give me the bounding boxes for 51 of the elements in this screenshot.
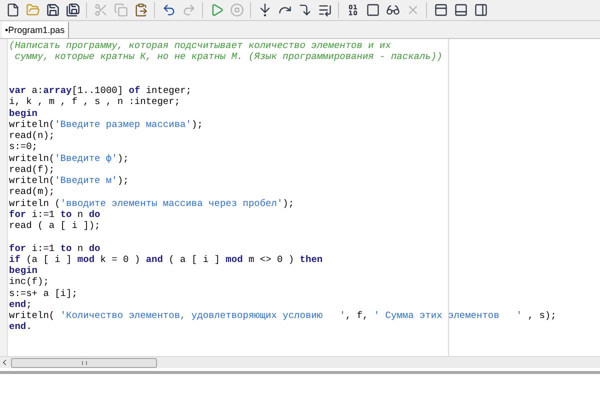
glasses-icon [386, 3, 400, 17]
code-line: сумму, которые кратны К, но не кратны М. (Язык программирования - паскаль)) [14, 51, 442, 62]
code-line: i, k , m , f , s , n :integer; [9, 96, 180, 108]
code-line: end; [9, 298, 32, 310]
redo-icon [182, 3, 196, 17]
code-line: writeln('Введите размер массива'); [9, 118, 203, 130]
panel-bottom-icon [454, 3, 468, 17]
undo-icon [162, 3, 176, 17]
code-line: writeln('Введите м'); [9, 175, 129, 186]
stop-icon [230, 3, 244, 17]
code-line: if (a [ i ] mod k = 0 ) and ( a [ i ] mod m <> 0 ) then [9, 254, 323, 265]
code-line: s:=s+ a [i]; [9, 288, 78, 299]
folder-icon [26, 3, 40, 17]
code-line: writeln ('вводите элементы массива через пробел'); [9, 198, 294, 209]
code-line: for i:=1 to n do [9, 242, 100, 254]
code-line: var a:array[1..1000] of integer; [9, 85, 192, 96]
code-line: read(m); [9, 186, 55, 198]
code-line: writeln('Введите ф'); [9, 152, 129, 164]
file-tab[interactable]: •Program1.pas [2, 22, 69, 38]
save-icon [46, 3, 60, 17]
code-line: writeln( 'Количество элементов, удовлетворяющих условию ', f, ' Сумма этих элементов ' , s); [9, 310, 556, 322]
play-icon [210, 3, 224, 17]
paste-icon [134, 3, 148, 17]
panel-top-icon [434, 3, 448, 17]
scissors-icon [94, 3, 108, 17]
code-line: inc(f); [9, 276, 49, 288]
list-icon [318, 3, 332, 17]
code-line: read(f); [9, 164, 55, 175]
code-line: begin [9, 265, 38, 276]
panel-bottom-button[interactable] [452, 2, 469, 18]
horizontal-scrollbar[interactable] [0, 356, 600, 368]
square-icon [366, 3, 380, 17]
code-line: (Написать программу, которая подсчитывает количество элементов и их [9, 40, 391, 52]
scroll-left-icon[interactable] [0, 358, 9, 367]
code-editor[interactable] [0, 38, 600, 356]
code-line: s:=0; [9, 141, 38, 152]
code-line: begin [9, 108, 38, 119]
panel-right-button[interactable] [472, 2, 489, 18]
new-file-icon [6, 3, 20, 17]
code-line: read(n); [9, 130, 55, 142]
code-line: read ( a [ i ]); [9, 220, 100, 232]
scroll-thumb[interactable] [11, 358, 157, 368]
panel-right-icon [474, 3, 488, 17]
code-line: end. [9, 321, 32, 332]
save-button[interactable] [44, 2, 61, 18]
save-all-button[interactable] [64, 2, 81, 18]
code-line: for i:=1 to n do [9, 208, 100, 220]
save-all-icon [66, 3, 80, 17]
panel-top-button[interactable] [432, 2, 449, 18]
square-button[interactable] [364, 2, 381, 18]
copy-icon [114, 3, 128, 17]
